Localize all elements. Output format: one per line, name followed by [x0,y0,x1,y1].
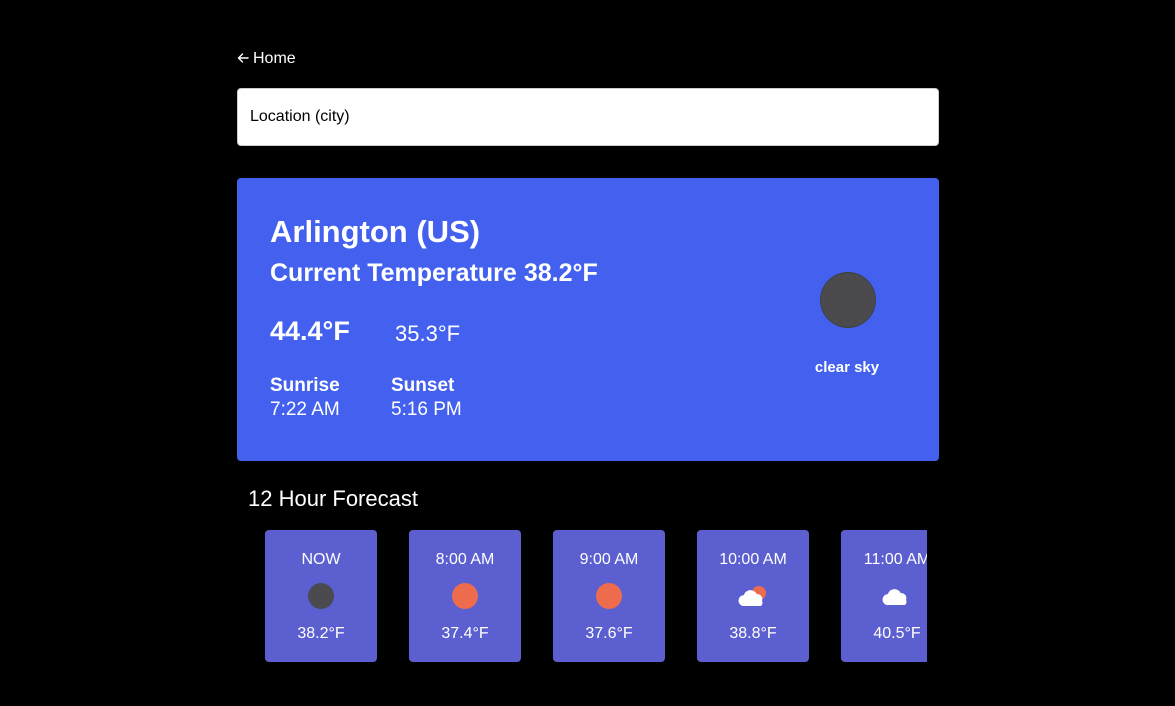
home-link[interactable]: Home [237,50,296,68]
home-label: Home [253,50,296,67]
condition-text: clear sky [814,359,880,376]
hour-temperature: 40.5°F [873,625,921,642]
hour-label: NOW [301,551,341,568]
sunrise-time: 7:22 AM [270,399,340,420]
current-temperature: Current Temperature 38.2°F [270,259,598,288]
partly-cloudy-icon [738,583,766,609]
moon-icon [308,583,334,609]
hour-card: 8:00 AM 37.4°F [409,530,521,662]
hour-label: 8:00 AM [435,551,495,568]
cloud-icon [882,583,910,609]
low-temperature: 35.3°F [395,321,461,346]
forecast-title: 12 Hour Forecast [248,486,418,511]
hour-label: 9:00 AM [579,551,639,568]
hour-card: 9:00 AM 37.6°F [553,530,665,662]
current-weather-card: Arlington (US) Current Temperature 38.2°F… [237,178,939,461]
sunset-block: Sunset 5:16 PM [391,374,462,422]
sunrise-block: Sunrise 7:22 AM [270,374,340,422]
arrow-left-icon [237,52,249,67]
location-search-input[interactable] [237,88,939,146]
sunset-time: 5:16 PM [391,399,462,420]
forecast-track: NOW 38.2°F 8:00 AM 37.4°F 9:00 AM 37.6°F [265,530,927,662]
hour-label: 11:00 AM [863,551,927,568]
forecast-scroller[interactable]: NOW 38.2°F 8:00 AM 37.4°F 9:00 AM 37.6°F [265,530,927,662]
city-name: Arlington (US) [270,214,481,249]
hour-card: 11:00 AM 40.5°F [841,530,927,662]
hour-temperature: 38.2°F [297,625,345,642]
hour-temperature: 37.4°F [441,625,489,642]
hour-temperature: 38.8°F [729,625,777,642]
high-temperature: 44.4°F [270,316,350,346]
hour-label: 10:00 AM [719,551,787,568]
sunrise-label: Sunrise [270,375,340,396]
sunset-label: Sunset [391,375,455,396]
moon-icon [820,272,876,328]
current-temperature-value: 38.2°F [523,259,598,287]
hour-card: 10:00 AM 38.8°F [697,530,809,662]
sun-icon [596,583,622,609]
current-temperature-label: Current Temperature [270,259,517,287]
sun-icon [452,583,478,609]
hour-card: NOW 38.2°F [265,530,377,662]
hour-temperature: 37.6°F [585,625,633,642]
